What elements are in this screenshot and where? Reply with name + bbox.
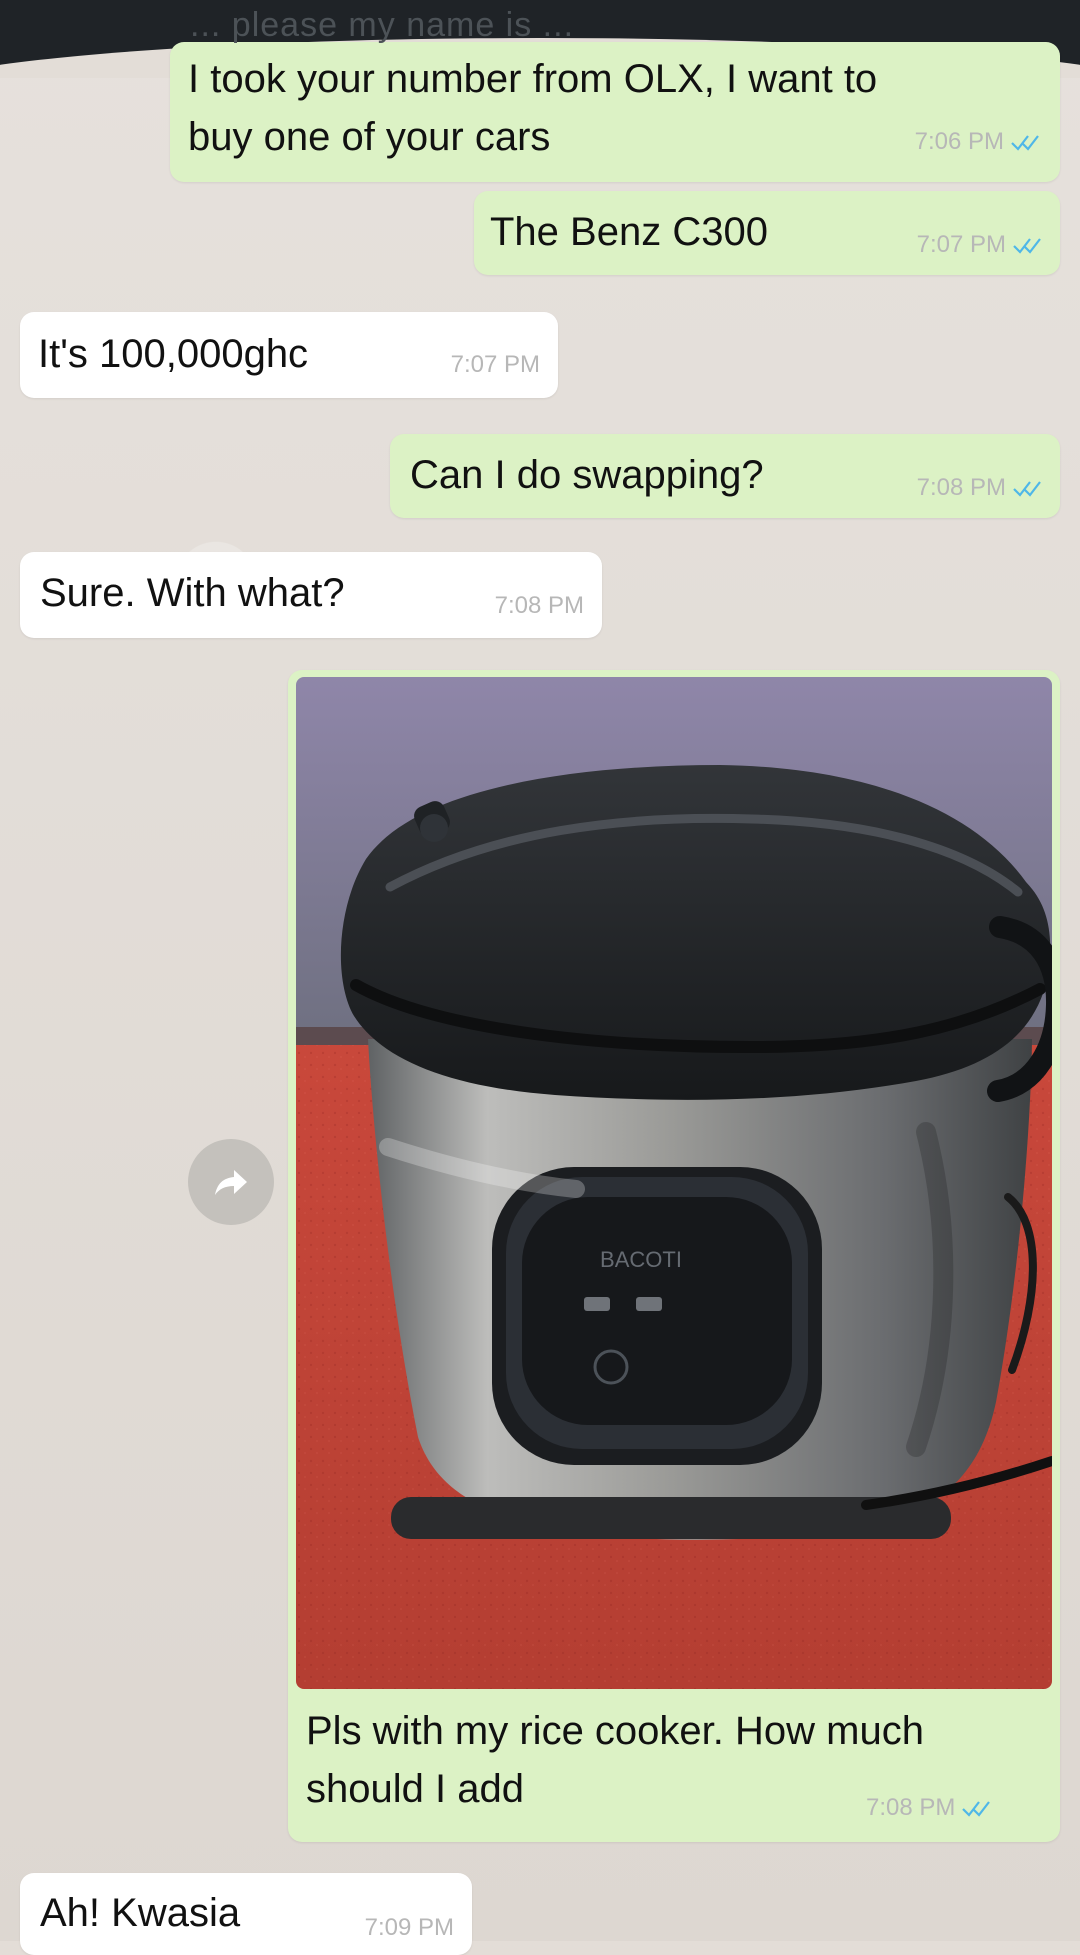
message-bubble-incoming[interactable]: It's 100,000ghc 7:07 PM <box>20 312 558 398</box>
message-meta: 7:08 PM <box>917 474 1044 502</box>
message-meta: 7:08 PM <box>495 592 584 620</box>
message-text: buy one of your cars <box>188 115 551 159</box>
message-text: It's 100,000ghc <box>38 332 309 376</box>
image-caption-text: should I add <box>306 1767 524 1811</box>
message-meta: 7:09 PM <box>365 1914 454 1942</box>
message-time: 7:06 PM <box>914 128 1004 155</box>
message-meta: 7:06 PM <box>915 128 1042 156</box>
message-text: Ah! Kwasia <box>40 1891 241 1935</box>
double-check-icon <box>1013 238 1041 254</box>
message-bubble-outgoing[interactable]: The Benz C300 7:07 PM <box>474 191 1060 275</box>
message-bubble-outgoing[interactable]: Can I do swapping? 7:08 PM <box>390 434 1060 518</box>
message-text: Sure. With what? <box>40 571 345 615</box>
appliance-brand-text: BACOTI <box>600 1247 682 1272</box>
message-text: The Benz C300 <box>490 210 768 254</box>
message-bubble-incoming[interactable]: Sure. With what? 7:08 PM <box>20 552 602 638</box>
message-time: 7:07 PM <box>450 351 540 378</box>
double-check-icon <box>962 1801 991 1817</box>
message-time: 7:09 PM <box>364 1914 454 1941</box>
rice-cooker-photo: BACOTI <box>296 677 1052 1689</box>
message-bubble-outgoing[interactable]: I took your number from OLX, I want to b… <box>170 42 1060 182</box>
message-time: 7:08 PM <box>866 1794 956 1821</box>
double-check-icon <box>1013 481 1041 497</box>
message-time: 7:08 PM <box>916 474 1006 501</box>
image-caption-text: Pls with my rice cooker. How much <box>306 1709 924 1753</box>
forward-icon <box>215 1170 247 1195</box>
message-meta: 7:07 PM <box>451 351 540 379</box>
message-meta: 7:08 PM <box>866 1794 993 1822</box>
message-time: 7:08 PM <box>494 592 584 619</box>
message-time: 7:07 PM <box>916 231 1006 258</box>
message-meta: 7:07 PM <box>917 231 1044 259</box>
cut-header-text: ... please my name is ... <box>190 6 575 44</box>
message-text: Can I do swapping? <box>410 453 764 497</box>
message-image[interactable]: BACOTI <box>296 677 1052 1689</box>
forward-button[interactable] <box>188 1139 274 1225</box>
message-bubble-incoming[interactable]: Ah! Kwasia 7:09 PM <box>20 1873 472 1955</box>
message-text: I took your number from OLX, I want to <box>188 57 878 101</box>
double-check-icon <box>1011 135 1039 151</box>
